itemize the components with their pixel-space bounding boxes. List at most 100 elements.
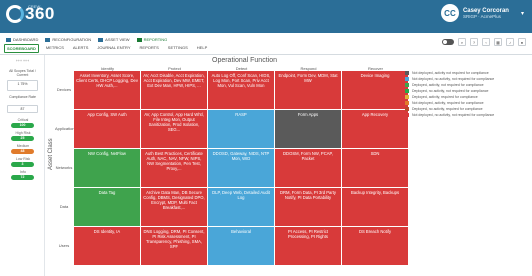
matrix-cell[interactable]: AV, App Control, App Hard Whtl, File Int…: [141, 110, 207, 148]
tab-alerts[interactable]: ALERTS: [71, 44, 91, 53]
nav-reporting[interactable]: REPORTING: [135, 36, 170, 43]
matrix-cell[interactable]: DLP, Deep Web, Detailed Audit Log: [208, 188, 274, 226]
matrix-cell[interactable]: Archive Data Man, DB Secure Config, DBMS…: [141, 188, 207, 226]
reporting-icon: [136, 37, 142, 42]
legend-swatch: [405, 71, 409, 75]
row-header: Devices: [56, 87, 72, 92]
matrix-cell[interactable]: DDOSD, Gateway, NIDS, NTP Mon, WID: [208, 149, 274, 187]
matrix-cell[interactable]: Behavioral: [208, 227, 274, 265]
matrix-cell[interactable]: DRM, Form Data, PI 3rd Party Notify, PI …: [275, 188, 341, 226]
legend-swatch: [405, 101, 409, 105]
legend-text: Not deployed, no activity, not required …: [412, 113, 495, 117]
legend-text: Not deployed, activity, required for com…: [412, 101, 484, 105]
nav-label: REPORTING: [143, 37, 168, 42]
tab-reports[interactable]: REPORTS: [138, 44, 161, 53]
matrix-cell[interactable]: Auth Best Practices, Certificate Auth, N…: [141, 149, 207, 187]
matrix-cell[interactable]: PI Access, PI Restrict Processing, PI Ri…: [275, 227, 341, 265]
legend-text: Deployed, activity, not required for com…: [412, 83, 484, 87]
status-badge[interactable]: 72: [11, 175, 34, 180]
user-org: SRIGP · AcmePlus: [462, 13, 501, 19]
legend-swatch: [405, 107, 409, 111]
y-axis-label: Asset Class: [48, 138, 54, 170]
tab-help[interactable]: HELP: [195, 44, 209, 53]
row-header: Data: [59, 204, 69, 209]
matrix-cell[interactable]: SDN: [342, 149, 408, 187]
pill-label: High Risk: [15, 131, 31, 135]
legend-swatch: [405, 113, 409, 117]
logo-ring-icon: [6, 5, 24, 23]
matrix-cell[interactable]: Endpoint, Form Dev, MDM, Stat MW: [275, 71, 341, 109]
matrix-cell[interactable]: Device Imaging: [342, 71, 408, 109]
matrix-cell[interactable]: Asset Inventory, Asset Score, Client Cer…: [74, 71, 140, 109]
legend-text: Deployed, activity, required for complia…: [412, 95, 478, 99]
top-bar: 360 CREW CC Casey Corcoran SRIGP · AcmeP…: [0, 0, 532, 33]
matrix-cell[interactable]: Backup Integrity, Backups: [342, 188, 408, 226]
matrix-cell[interactable]: NW Config, NetFlow: [74, 149, 140, 187]
matrix-cell[interactable]: Auto Log Off, Conf Scan, HIDS, Log Mon, …: [208, 71, 274, 109]
secondary-nav: SCOREBOARD METRICS ALERTS JOURNAL ENTRY …: [4, 44, 209, 53]
asset-icon: [98, 37, 104, 42]
status-badge[interactable]: 48: [11, 149, 34, 154]
primary-nav: DASHBOARD RECONFIGURATION ASSET VIEW REP…: [4, 36, 169, 43]
tab-settings[interactable]: SETTINGS: [166, 44, 190, 53]
status-badge[interactable]: 100: [11, 123, 34, 128]
matrix-cell[interactable]: RASP: [208, 110, 274, 148]
nav-label: DASHBOARD: [13, 37, 39, 42]
toolbar-tools: ⌕ ? ‹ ▦ ♪ ●: [442, 38, 526, 46]
matrix-cell[interactable]: DS Identity, IA: [74, 227, 140, 265]
nav-label: ASSET VIEW: [105, 37, 130, 42]
summary-panel: +++ +++ All Scopes Total / Current 1 75%…: [0, 55, 45, 276]
matrix-cell[interactable]: DDOSM, Form NW, PCAP, Packet: [275, 149, 341, 187]
summary-box-scopes: 1 75%: [7, 80, 38, 91]
pill-label: Low Risk: [15, 157, 31, 161]
user-name: Casey Corcoran: [462, 7, 509, 14]
legend-swatch: [405, 89, 409, 93]
row-header: Applications: [55, 126, 77, 131]
legend-swatch: [405, 77, 409, 81]
nav-reconfiguration[interactable]: RECONFIGURATION: [43, 36, 93, 43]
summary-head: +++ +++: [15, 59, 30, 63]
nav-asset-view[interactable]: ASSET VIEW: [96, 36, 131, 43]
legend-text: Deployed, no activity, required for comp…: [412, 107, 483, 111]
status-badge[interactable]: 3: [11, 162, 34, 167]
legend-item: Not deployed, no activity, not required …: [405, 112, 529, 118]
matrix-cell[interactable]: Data Tag: [74, 188, 140, 226]
dashboard-icon: [6, 37, 11, 42]
status-badge[interactable]: 25: [11, 136, 34, 141]
matrix-cell[interactable]: AV, Acct Disable, Acct Expiration, Acct …: [141, 71, 207, 109]
user-icon[interactable]: ●: [518, 38, 526, 46]
summary-box-compliance: 87: [7, 105, 38, 113]
matrix-title: Operational Function: [212, 57, 277, 64]
pill-label: Info: [20, 170, 26, 174]
config-icon: [45, 37, 51, 42]
tab-scoreboard[interactable]: SCOREBOARD: [4, 44, 39, 53]
legend-text: Deployed, no activity, not required for …: [412, 89, 489, 93]
tab-metrics[interactable]: METRICS: [44, 44, 66, 53]
user-menu[interactable]: CC Casey Corcoran SRIGP · AcmePlus ▾: [440, 4, 524, 22]
search-icon[interactable]: ⌕: [458, 38, 466, 46]
legend-swatch: [405, 83, 409, 87]
avatar[interactable]: CC: [440, 4, 459, 22]
logo[interactable]: 360 CREW: [6, 4, 55, 24]
matrix-cell[interactable]: App Recovery: [342, 110, 408, 148]
pill-label: Medium: [16, 144, 30, 148]
toolbar: DASHBOARD RECONFIGURATION ASSET VIEW REP…: [0, 33, 532, 55]
matrix-cell[interactable]: DNS Logging, DRM, PI Consent, PI Risk As…: [141, 227, 207, 265]
legend-swatch: [405, 95, 409, 99]
row-header: Networks: [55, 165, 73, 170]
matrix-cell[interactable]: Form Apps: [275, 110, 341, 148]
bell-icon[interactable]: ♪: [506, 38, 514, 46]
help-icon[interactable]: ?: [470, 38, 478, 46]
row-header: Users: [58, 243, 70, 248]
matrix-cell[interactable]: App Config, SW Auth: [74, 110, 140, 148]
grid-icon[interactable]: ▦: [494, 38, 502, 46]
matrix-cell[interactable]: DS Breach Notify: [342, 227, 408, 265]
chevron-down-icon[interactable]: ▾: [521, 10, 524, 17]
pill-label: Critical: [17, 118, 29, 122]
chevron-icon[interactable]: ‹: [482, 38, 490, 46]
view-toggle[interactable]: [442, 39, 454, 45]
tab-journal-entry[interactable]: JOURNAL ENTRY: [95, 44, 132, 53]
nav-dashboard[interactable]: DASHBOARD: [4, 36, 40, 43]
summary-label-compliance: Compliance Rate: [9, 95, 36, 99]
legend: Not deployed, activity not required for …: [405, 70, 529, 118]
